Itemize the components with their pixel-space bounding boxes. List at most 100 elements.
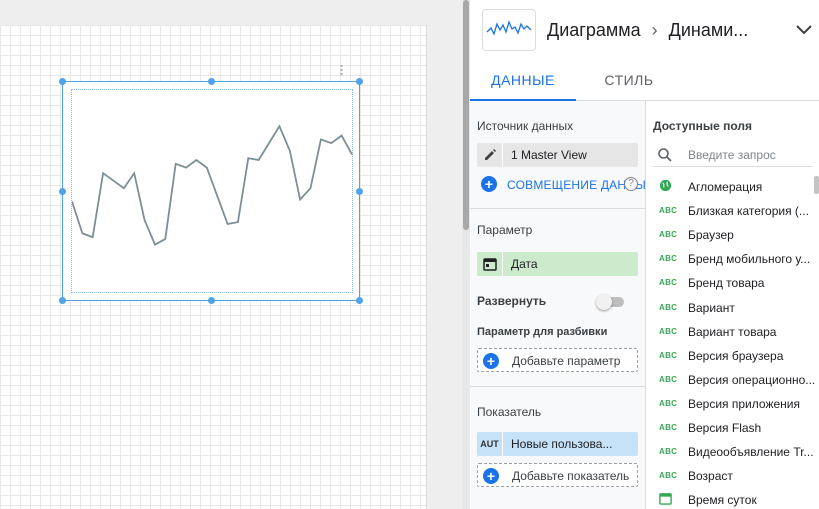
- field-name: Версия приложения: [688, 396, 800, 411]
- tab-style[interactable]: СТИЛЬ: [576, 62, 682, 101]
- available-fields-column: Доступные поля Введите запрос Агломераци…: [646, 101, 819, 509]
- calendar-icon: [477, 252, 503, 276]
- time-series-chart[interactable]: [62, 81, 360, 301]
- field-item[interactable]: ABC Видеообъявление Tr...: [653, 442, 818, 464]
- field-search[interactable]: Введите запрос: [653, 143, 813, 167]
- chevron-down-icon[interactable]: [794, 22, 814, 38]
- field-item[interactable]: Агломерация: [653, 177, 818, 199]
- field-item[interactable]: ABC Версия Flash: [653, 418, 818, 440]
- pencil-icon[interactable]: [477, 143, 503, 167]
- text-type-icon: ABC: [659, 302, 678, 312]
- text-type-icon: ABC: [659, 326, 678, 336]
- canvas-scrollbar-thumb[interactable]: [463, 0, 469, 230]
- metric-label: Показатель: [477, 405, 542, 419]
- report-canvas[interactable]: [0, 0, 462, 509]
- text-type-icon: ABC: [659, 423, 678, 432]
- properties-panel: Диаграмма › Динами... ДАННЫЕ СТИЛЬ Источ…: [470, 0, 819, 509]
- field-name: Бренд мобильного у...: [688, 252, 811, 267]
- metric-name: Новые пользова...: [511, 437, 613, 451]
- breadcrumb-separator: ›: [651, 20, 658, 40]
- chart-type-thumbnail[interactable]: [482, 9, 536, 51]
- field-name: Вариант товара: [688, 324, 777, 339]
- chart-plot-area: [71, 89, 353, 293]
- field-name: Близкая категория (...: [688, 204, 809, 219]
- field-name: Версия операционно...: [688, 372, 816, 387]
- fields-scrollbar-thumb[interactable]: [814, 176, 819, 194]
- text-type-icon: ABC: [659, 350, 678, 360]
- add-metric-button[interactable]: + Добавьте показатель: [477, 463, 638, 487]
- search-icon: [658, 148, 672, 162]
- expand-toggle[interactable]: [596, 294, 626, 310]
- field-item[interactable]: ABC Близкая категория (...: [653, 201, 818, 223]
- metric-chip-new-users[interactable]: AUT Новые пользова...: [477, 432, 638, 456]
- parameter-label: Параметр: [477, 223, 533, 237]
- breadcrumb-chart: Диаграмма: [547, 20, 641, 40]
- text-type-icon: ABC: [659, 230, 678, 240]
- add-parameter-label: Добавьте параметр: [512, 354, 621, 368]
- canvas-scrollbar[interactable]: [462, 0, 470, 509]
- text-type-icon: ABC: [659, 374, 678, 384]
- breadcrumb-chart-type: Динами...: [668, 20, 749, 40]
- globe-icon: [659, 179, 672, 194]
- add-parameter-button[interactable]: + Добавьте параметр: [477, 348, 638, 372]
- divider: [470, 208, 646, 209]
- dimension-chip-date[interactable]: Дата: [477, 252, 638, 276]
- chart-thumbnail-icon: [486, 20, 532, 36]
- text-type-icon: ABC: [659, 398, 678, 408]
- resize-handle-tr[interactable]: [356, 78, 363, 85]
- help-icon[interactable]: ?: [624, 177, 638, 191]
- available-fields-title: Доступные поля: [653, 119, 753, 133]
- data-source-label: Источник данных: [477, 119, 574, 133]
- field-name: Браузер: [688, 228, 734, 243]
- field-name: Версия браузера: [688, 348, 784, 363]
- resize-handle-ml[interactable]: [59, 188, 66, 195]
- expand-label: Развернуть: [477, 294, 547, 308]
- field-item[interactable]: ABC Браузер: [653, 225, 818, 247]
- field-item[interactable]: ABC Версия браузера: [653, 346, 818, 368]
- field-item[interactable]: ABC Версия приложения: [653, 394, 818, 416]
- field-item[interactable]: ABC Версия операционно...: [653, 370, 818, 392]
- resize-handle-bl[interactable]: [59, 297, 66, 304]
- field-item[interactable]: Время суток: [653, 490, 818, 509]
- field-name: Возраст: [688, 469, 733, 484]
- drag-handle-icon[interactable]: [339, 64, 344, 76]
- field-name: Видеообъявление Tr...: [688, 445, 814, 460]
- tab-data[interactable]: ДАННЫЕ: [470, 62, 576, 101]
- field-name: Вариант: [688, 300, 735, 315]
- panel-header: Диаграмма › Динами...: [470, 0, 819, 62]
- field-name: Бренд товара: [688, 276, 765, 291]
- breadcrumb[interactable]: Диаграмма › Динами...: [547, 20, 748, 41]
- field-item[interactable]: ABC Вариант товара: [653, 322, 818, 344]
- field-name: Время суток: [688, 493, 757, 508]
- field-item[interactable]: ABC Бренд товара: [653, 273, 818, 295]
- data-source-chip[interactable]: 1 Master View: [477, 143, 638, 167]
- toggle-knob: [596, 294, 612, 310]
- add-circle-icon: +: [481, 176, 497, 192]
- search-placeholder: Введите запрос: [688, 148, 776, 162]
- resize-handle-br[interactable]: [356, 297, 363, 304]
- dimension-name: Дата: [511, 257, 538, 271]
- resize-handle-bm[interactable]: [208, 297, 215, 304]
- line-chart-svg: [72, 124, 353, 246]
- field-name: Версия Flash: [688, 421, 762, 435]
- resize-handle-mr[interactable]: [356, 188, 363, 195]
- series-line: [72, 124, 353, 246]
- add-circle-icon: +: [478, 464, 504, 486]
- text-type-icon: ABC: [659, 254, 678, 264]
- metric-aggregation-badge[interactable]: AUT: [477, 432, 503, 456]
- data-settings-column: Источник данных 1 Master View + СОВМЕЩЕН…: [470, 101, 654, 509]
- field-item[interactable]: ABC Бренд мобильного у...: [653, 249, 818, 271]
- text-type-icon: ABC: [659, 447, 678, 457]
- text-type-icon: ABC: [659, 278, 678, 288]
- calendar-icon: [659, 492, 672, 507]
- resize-handle-tm[interactable]: [208, 78, 215, 85]
- resize-handle-tl[interactable]: [59, 78, 66, 85]
- divider: [470, 386, 646, 387]
- panel-tabs: ДАННЫЕ СТИЛЬ: [470, 62, 819, 101]
- field-item[interactable]: ABC Возраст: [653, 466, 818, 488]
- field-item[interactable]: ABC Вариант: [653, 298, 818, 320]
- add-metric-label: Добавьте показатель: [512, 469, 630, 483]
- text-type-icon: ABC: [659, 471, 678, 481]
- text-type-icon: ABC: [659, 206, 678, 216]
- blend-data-button[interactable]: + СОВМЕЩЕНИЕ ДАННЫХ: [481, 173, 654, 195]
